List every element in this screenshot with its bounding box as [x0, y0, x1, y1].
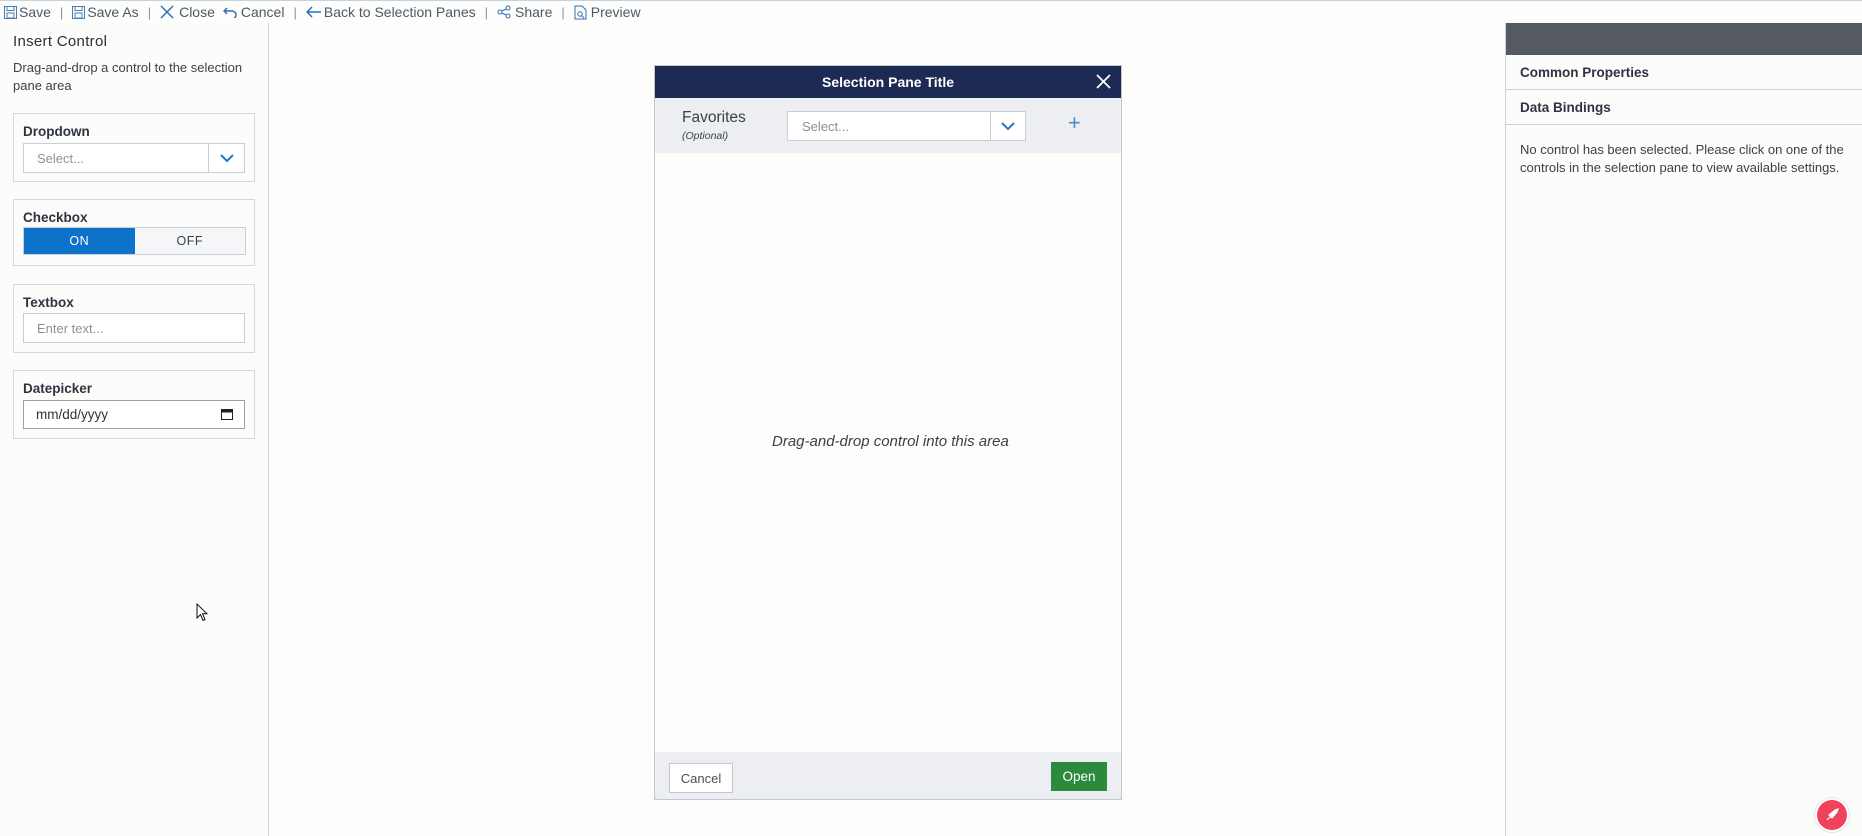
dropdown-label: Dropdown	[23, 124, 90, 139]
datepicker-placeholder: mm/dd/yyyy	[36, 407, 109, 422]
checkbox-control-card[interactable]: Checkbox ON OFF	[13, 199, 255, 266]
dropdown-toggle-button[interactable]	[208, 144, 244, 172]
add-favorite-button[interactable]: +	[1068, 112, 1081, 134]
properties-panel: Common Properties Data Bindings No contr…	[1505, 23, 1862, 836]
back-label: Back to Selection Panes	[323, 4, 476, 20]
datepicker-label: Datepicker	[23, 381, 93, 396]
dropdown-placeholder: Select...	[37, 151, 84, 166]
dialog-open-button[interactable]: Open	[1051, 762, 1107, 791]
cancel-button[interactable]: Cancel	[222, 4, 285, 20]
save-button[interactable]: Save	[4, 4, 51, 20]
data-bindings-section[interactable]: Data Bindings	[1506, 90, 1862, 125]
save-as-button[interactable]: Save As	[72, 4, 139, 20]
save-label: Save	[19, 4, 51, 20]
textbox-label: Textbox	[23, 295, 74, 310]
toolbar-separator: |	[293, 4, 297, 20]
dialog-title: Selection Pane Title	[821, 74, 954, 90]
preview-icon	[574, 5, 587, 19]
chevron-down-icon	[219, 153, 234, 162]
favorites-select[interactable]: Select...	[787, 111, 1026, 141]
drop-zone-hint: Drag-and-drop control into this area	[772, 433, 1009, 450]
rocket-icon	[1826, 808, 1839, 821]
favorites-label: Favorites	[682, 109, 746, 126]
mouse-cursor-icon	[196, 603, 208, 622]
toolbar-separator: |	[147, 4, 152, 20]
close-icon	[160, 5, 174, 19]
save-as-icon	[72, 5, 86, 19]
toolbar-separator: |	[561, 4, 565, 20]
favorites-placeholder: Select...	[802, 119, 849, 134]
arrow-left-icon	[305, 6, 321, 18]
toggle-off-option[interactable]: OFF	[134, 228, 245, 254]
common-properties-label: Common Properties	[1520, 65, 1650, 80]
close-label: Close	[179, 4, 215, 20]
datepicker-control-card[interactable]: Datepicker mm/dd/yyyy	[13, 370, 255, 439]
data-bindings-label: Data Bindings	[1520, 100, 1611, 115]
preview-button[interactable]: Preview	[574, 4, 641, 20]
toolbar-separator: |	[59, 4, 64, 20]
common-properties-section[interactable]: Common Properties	[1506, 55, 1862, 90]
close-button[interactable]: Close	[160, 4, 215, 20]
insert-control-panel: Insert Control Drag-and-drop a control t…	[0, 23, 269, 836]
textbox-control-card[interactable]: Textbox Enter text...	[13, 284, 255, 353]
share-label: Share	[515, 4, 553, 20]
undo-icon	[222, 7, 237, 18]
close-icon[interactable]	[1096, 74, 1111, 89]
dialog-title-bar: Selection Pane Title	[655, 66, 1121, 98]
back-to-selection-panes-button[interactable]: Back to Selection Panes	[305, 4, 476, 20]
preview-label: Preview	[590, 4, 641, 20]
checkbox-toggle[interactable]: ON OFF	[23, 227, 246, 255]
save-icon	[4, 5, 17, 19]
no-selection-message: No control has been selected. Please cli…	[1520, 142, 1844, 175]
datepicker-input[interactable]: mm/dd/yyyy	[23, 400, 245, 429]
properties-header	[1506, 23, 1862, 55]
cancel-label: Cancel	[240, 4, 285, 20]
help-launcher-button[interactable]	[1817, 800, 1847, 830]
calendar-icon[interactable]	[221, 408, 233, 420]
favorites-optional-note: (Optional)	[682, 130, 729, 142]
favorites-row: Favorites (Optional) Select... +	[655, 98, 1121, 153]
textbox-input[interactable]: Enter text...	[23, 313, 245, 343]
dropdown-select[interactable]: Select...	[23, 143, 245, 173]
textbox-placeholder: Enter text...	[37, 321, 104, 336]
share-button[interactable]: Share	[497, 4, 552, 20]
checkbox-label: Checkbox	[23, 210, 88, 225]
dialog-cancel-button[interactable]: Cancel	[669, 763, 733, 793]
toolbar: Save | Save As | Close Cancel | Back to …	[0, 1, 1862, 23]
share-icon	[497, 5, 511, 19]
toolbar-separator: |	[484, 4, 489, 20]
dropdown-control-card[interactable]: Dropdown Select...	[13, 113, 255, 182]
selection-pane-dialog: Selection Pane Title Favorites (Optional…	[654, 65, 1122, 800]
insert-control-hint: Drag-and-drop a control to the selection…	[13, 60, 243, 93]
save-as-label: Save As	[87, 4, 139, 20]
toggle-on-option[interactable]: ON	[24, 228, 135, 254]
chevron-down-icon	[1001, 121, 1015, 130]
insert-control-title: Insert Control	[13, 33, 108, 50]
dialog-footer: Cancel Open	[655, 752, 1121, 799]
favorites-dropdown-button[interactable]	[990, 112, 1025, 140]
